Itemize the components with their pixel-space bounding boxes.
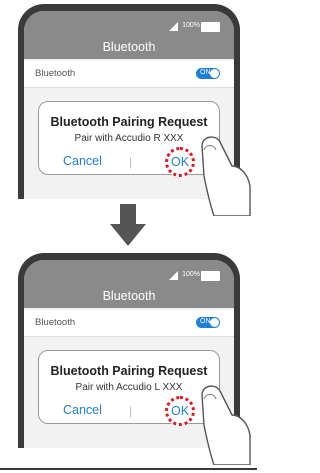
status-bar: 100% Bluetooth — [24, 260, 234, 308]
arrow-down-icon — [110, 204, 146, 246]
ok-button[interactable]: OK — [165, 396, 195, 426]
signal-icon — [169, 22, 178, 31]
button-divider: | — [129, 155, 133, 169]
battery-percent: 100% — [182, 22, 200, 29]
bluetooth-setting-row[interactable]: Bluetooth ON — [24, 61, 234, 88]
bluetooth-setting-row[interactable]: Bluetooth ON — [24, 310, 234, 337]
cancel-button[interactable]: Cancel — [63, 154, 102, 168]
screen-title: Bluetooth — [102, 40, 156, 54]
screen-title: Bluetooth — [102, 289, 156, 303]
ok-button[interactable]: OK — [165, 147, 195, 177]
signal-icon — [169, 271, 178, 280]
setting-label: Bluetooth — [35, 317, 76, 328]
battery-percent: 100% — [182, 271, 200, 278]
battery-icon — [201, 22, 220, 32]
bluetooth-toggle[interactable]: ON — [196, 317, 220, 328]
setting-label: Bluetooth — [35, 68, 76, 79]
finger-icon — [201, 385, 251, 465]
toggle-knob — [210, 318, 219, 327]
battery-icon — [201, 271, 220, 281]
button-divider: | — [129, 404, 133, 418]
finger-icon — [201, 136, 251, 216]
cancel-button[interactable]: Cancel — [63, 403, 102, 417]
status-bar: 100% Bluetooth — [24, 11, 234, 59]
toggle-state: ON — [200, 318, 211, 325]
toggle-knob — [210, 69, 219, 78]
toggle-state: ON — [200, 69, 211, 76]
bluetooth-toggle[interactable]: ON — [196, 68, 220, 79]
bottom-divider — [0, 468, 257, 470]
